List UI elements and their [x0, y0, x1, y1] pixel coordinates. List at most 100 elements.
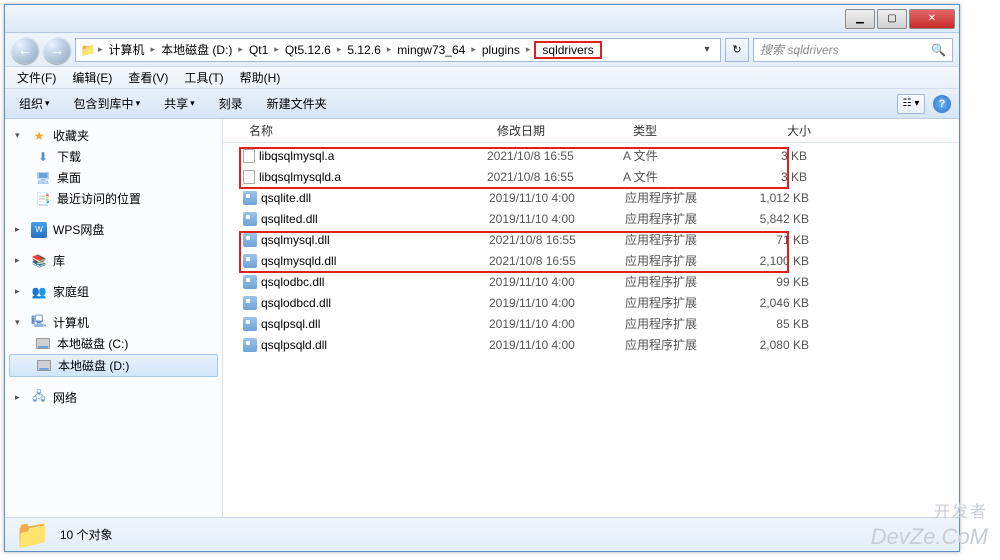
file-row[interactable]: qsqlodbc.dll2019/11/10 4:00应用程序扩展99 KB [223, 271, 959, 292]
chevron-down-icon: ▾ [15, 317, 25, 328]
sidebar-homegroup[interactable]: ▸👥家庭组 [5, 281, 222, 302]
dll-icon [243, 275, 257, 289]
sidebar-item-drive-d[interactable]: 本地磁盘 (D:) [9, 354, 218, 377]
chevron-right-icon: ▸ [469, 44, 478, 55]
file-row[interactable]: qsqlite.dll2019/11/10 4:00应用程序扩展1,012 KB [223, 187, 959, 208]
share-button[interactable]: 共享 ▾ [158, 92, 201, 115]
sidebar-wps[interactable]: ▸WWPS网盘 [5, 219, 222, 240]
sidebar-network[interactable]: ▸🖧网络 [5, 387, 222, 408]
file-row[interactable]: libqsqlmysql.a2021/10/8 16:55A 文件3 KB [223, 145, 959, 166]
breadcrumb[interactable]: 计算机 [105, 41, 149, 58]
file-name: qsqlited.dll [261, 212, 489, 226]
refresh-button[interactable]: ↻ [725, 38, 749, 62]
forward-button[interactable]: → [43, 36, 71, 64]
breadcrumb-current[interactable]: sqldrivers [534, 41, 601, 59]
breadcrumb[interactable]: 本地磁盘 (D:) [157, 41, 236, 58]
chevron-right-icon: ▸ [15, 392, 25, 403]
search-icon: 🔍 [931, 43, 946, 57]
view-mode-button[interactable]: ☷ ▾ [897, 94, 925, 114]
address-dropdown-icon[interactable]: ▾ [698, 44, 716, 55]
status-bar: 📁 10 个对象 [5, 517, 959, 551]
sidebar-item-drive-c[interactable]: 本地磁盘 (C:) [5, 333, 222, 354]
folder-icon: 📁 [80, 42, 96, 58]
sidebar-item-desktop[interactable]: 🖥桌面 [5, 167, 222, 188]
file-row[interactable]: libqsqlmysqld.a2021/10/8 16:55A 文件3 KB [223, 166, 959, 187]
file-size: 2,080 KB [735, 338, 815, 352]
chevron-down-icon: ▾ [136, 98, 141, 109]
breadcrumb[interactable]: mingw73_64 [393, 43, 469, 57]
library-icon: 📚 [31, 253, 47, 269]
search-input[interactable]: 搜索 sqldrivers 🔍 [753, 38, 953, 62]
file-date: 2021/10/8 16:55 [487, 149, 623, 163]
file-row[interactable]: qsqlmysqld.dll2021/10/8 16:55应用程序扩展2,100… [223, 250, 959, 271]
file-row[interactable]: qsqlodbcd.dll2019/11/10 4:00应用程序扩展2,046 … [223, 292, 959, 313]
chevron-right-icon: ▸ [524, 44, 533, 55]
sidebar-item-downloads[interactable]: ⬇下载 [5, 146, 222, 167]
file-name: qsqlmysql.dll [261, 233, 489, 247]
help-button[interactable]: ? [933, 95, 951, 113]
sidebar-computer[interactable]: ▾🖳计算机 [5, 312, 222, 333]
include-button[interactable]: 包含到库中 ▾ [68, 92, 147, 115]
chevron-down-icon: ▾ [15, 130, 25, 141]
file-date: 2019/11/10 4:00 [489, 296, 625, 310]
star-icon: ★ [31, 128, 47, 144]
chevron-down-icon: ▾ [190, 98, 195, 109]
file-list: 名称 修改日期 类型 大小 libqsqlmysql.a2021/10/8 16… [223, 119, 959, 517]
chevron-right-icon: ▸ [149, 44, 158, 55]
minimize-button[interactable]: ▁ [845, 9, 875, 29]
sidebar: ▾★收藏夹 ⬇下载 🖥桌面 📑最近访问的位置 ▸WWPS网盘 ▸📚库 ▸👥家庭组… [5, 119, 223, 517]
menu-edit[interactable]: 编辑(E) [66, 67, 118, 88]
file-type: 应用程序扩展 [625, 273, 735, 290]
recent-icon: 📑 [35, 191, 51, 207]
organize-button[interactable]: 组织 ▾ [13, 92, 56, 115]
file-name: qsqlite.dll [261, 191, 489, 205]
file-row[interactable]: qsqlmysql.dll2021/10/8 16:55应用程序扩展71 KB [223, 229, 959, 250]
desktop-icon: 🖥 [35, 170, 51, 186]
file-row[interactable]: qsqlited.dll2019/11/10 4:00应用程序扩展5,842 K… [223, 208, 959, 229]
file-date: 2019/11/10 4:00 [489, 275, 625, 289]
drive-icon [36, 338, 50, 349]
newfolder-button[interactable]: 新建文件夹 [261, 92, 333, 115]
menu-tools[interactable]: 工具(T) [178, 67, 229, 88]
menu-help[interactable]: 帮助(H) [234, 67, 287, 88]
close-button[interactable]: ✕ [909, 9, 955, 29]
file-name: qsqlpsql.dll [261, 317, 489, 331]
column-size[interactable]: 大小 [737, 122, 817, 139]
file-size: 2,100 KB [735, 254, 815, 268]
file-size: 85 KB [735, 317, 815, 331]
menu-file[interactable]: 文件(F) [11, 67, 62, 88]
file-name: qsqlodbcd.dll [261, 296, 489, 310]
sidebar-favorites[interactable]: ▾★收藏夹 [5, 125, 222, 146]
file-type: 应用程序扩展 [625, 336, 735, 353]
file-type: 应用程序扩展 [625, 210, 735, 227]
file-row[interactable]: qsqlpsql.dll2019/11/10 4:00应用程序扩展85 KB [223, 313, 959, 334]
breadcrumb[interactable]: plugins [478, 43, 524, 57]
file-row[interactable]: qsqlpsqld.dll2019/11/10 4:00应用程序扩展2,080 … [223, 334, 959, 355]
burn-button[interactable]: 刻录 [213, 92, 249, 115]
file-date: 2021/10/8 16:55 [489, 254, 625, 268]
sidebar-item-recent[interactable]: 📑最近访问的位置 [5, 188, 222, 209]
chevron-right-icon: ▸ [96, 44, 105, 55]
column-name[interactable]: 名称 [243, 122, 491, 139]
maximize-button[interactable]: ▢ [877, 9, 907, 29]
file-date: 2019/11/10 4:00 [489, 212, 625, 226]
breadcrumb[interactable]: Qt1 [245, 43, 272, 57]
file-date: 2019/11/10 4:00 [489, 338, 625, 352]
dll-icon [243, 317, 257, 331]
chevron-right-icon: ▸ [385, 44, 394, 55]
file-icon [243, 170, 255, 184]
breadcrumb[interactable]: 5.12.6 [343, 43, 384, 57]
file-size: 2,046 KB [735, 296, 815, 310]
menu-view[interactable]: 查看(V) [122, 67, 174, 88]
column-date[interactable]: 修改日期 [491, 122, 627, 139]
column-type[interactable]: 类型 [627, 122, 737, 139]
chevron-right-icon: ▸ [15, 224, 25, 235]
network-icon: 🖧 [31, 390, 47, 406]
dll-icon [243, 296, 257, 310]
breadcrumb[interactable]: Qt5.12.6 [281, 43, 335, 57]
back-button[interactable]: ← [11, 36, 39, 64]
sidebar-libraries[interactable]: ▸📚库 [5, 250, 222, 271]
chevron-right-icon: ▸ [15, 255, 25, 266]
address-bar[interactable]: 📁 ▸ 计算机 ▸ 本地磁盘 (D:) ▸ Qt1 ▸ Qt5.12.6 ▸ 5… [75, 38, 721, 62]
file-name: qsqlodbc.dll [261, 275, 489, 289]
